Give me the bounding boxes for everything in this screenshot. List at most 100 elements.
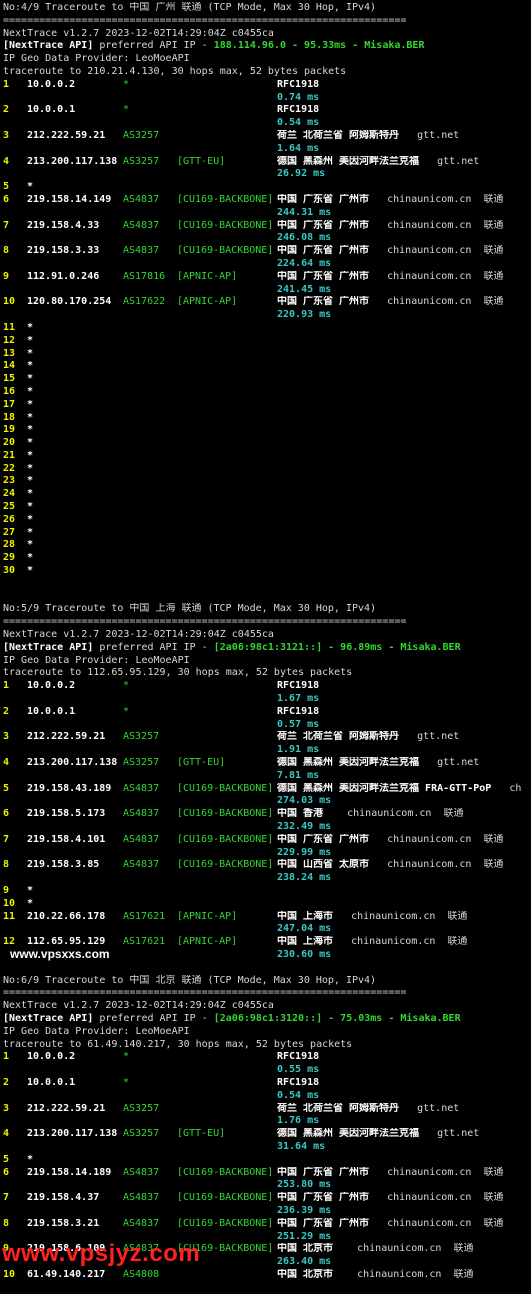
hop-rtt: 241.45 ms — [277, 283, 332, 295]
hop-timeout: * — [27, 449, 34, 461]
api-line: [NextTrace API] preferred API IP - 188.1… — [3, 40, 531, 53]
hop-geo: 荷兰 北荷兰省 阿姆斯特丹 — [277, 731, 400, 743]
hop-tag: [APNIC-AP] — [177, 270, 238, 282]
hop-ip: * — [27, 897, 34, 909]
hop-tag — [177, 130, 277, 143]
hop-rtt: 1.64 ms — [277, 142, 320, 154]
hop-number: 20 — [3, 437, 16, 449]
hop-rtt: 0.74 ms — [277, 91, 320, 103]
hop-rtt: 274.03 ms — [277, 795, 332, 807]
hop-tag: [CU169-BACKBONE] — [177, 245, 274, 257]
hop-ip: 219.158.14.149 — [27, 193, 112, 205]
api-ip: [2a06:98c1:3121::] — [213, 641, 323, 653]
hop-geo: RFC1918 — [277, 78, 320, 90]
hop-tag: [GTT-EU] — [177, 757, 226, 769]
hop-number: 2 — [3, 1076, 10, 1088]
hop-asn: AS4837 — [123, 1166, 160, 1178]
hop-asn: * — [123, 680, 130, 692]
geo-provider-line: IP Geo Data Provider: LeoMoeAPI — [3, 1025, 190, 1037]
hop-geo: 中国 山西省 太原市 — [277, 859, 370, 871]
hop-row: 8 219.158.3.21 AS4837 [CU169-BACKBONE] 中国 广东… — [3, 1218, 531, 1231]
hop-rtt — [3, 1282, 531, 1294]
hop-number: 6 — [3, 193, 10, 205]
hop-row: 5 219.158.43.189 AS4837 [CU169-BACKBONE] 德国 … — [3, 783, 531, 796]
hop-domain: gtt.net — [417, 1102, 460, 1114]
hop-asn — [123, 898, 177, 911]
hop-number: 13 — [3, 347, 16, 359]
hop-ip: * — [27, 884, 34, 896]
api-ip: 188.114.96.0 — [213, 40, 286, 52]
hop-geo: RFC1918 — [277, 680, 320, 692]
hop-number: 30 — [3, 565, 16, 577]
hop-asn: AS3257 — [123, 1128, 160, 1140]
hop-row: 9 * — [3, 885, 531, 898]
hop-ip: 219.158.4.37 — [27, 1192, 100, 1204]
hop-row: 4 213.200.117.138 AS3257 [GTT-EU] 德国 黑森州 美因河… — [3, 1128, 531, 1141]
hop-rtt: 1.91 ms — [277, 744, 320, 756]
hop-domain: gtt.net — [437, 155, 480, 167]
hop-number: 18 — [3, 411, 16, 423]
hop-timeout: * — [27, 539, 34, 551]
hop-rtt: 229.99 ms — [277, 846, 332, 858]
api-line: [NextTrace API] preferred API IP - [2a06… — [3, 642, 531, 655]
hop-asn: * — [123, 705, 130, 717]
hop-asn: * — [123, 1076, 130, 1088]
hop-asn — [123, 1154, 177, 1167]
hop-asn: AS17816 — [123, 270, 166, 282]
hop-domain: gtt.net — [437, 757, 480, 769]
hop-row: 11 210.22.66.178 AS17621 [APNIC-AP] 中国 上海市 c… — [3, 911, 531, 924]
version-line: NextTrace v1.2.7 2023-12-02T14:29:04Z c0… — [3, 27, 274, 39]
hop-geo: RFC1918 — [277, 1051, 320, 1063]
hop-number: 2 — [3, 104, 10, 116]
hop-ip: 210.22.66.178 — [27, 910, 106, 922]
hop-number: 3 — [3, 731, 10, 743]
hop-domain: gtt.net — [437, 1128, 480, 1140]
hop-number: 5 — [3, 1153, 10, 1165]
hop-asn: AS4837 — [123, 1217, 160, 1229]
hop-rtt: 232.49 ms — [277, 821, 332, 832]
hop-number: 15 — [3, 373, 16, 385]
hop-tag — [177, 706, 277, 719]
api-node: Misaka.BER — [400, 1012, 461, 1024]
hop-row: 10 120.80.170.254 AS17622 [APNIC-AP] 中国 广东省 … — [3, 296, 531, 309]
hop-asn: AS4837 — [123, 859, 160, 871]
version-line: NextTrace v1.2.7 2023-12-02T14:29:04Z c0… — [3, 629, 274, 641]
hop-ip: 219.158.14.189 — [27, 1166, 112, 1178]
hop-rtt: 244.31 ms — [277, 206, 332, 218]
hop-tag — [177, 1077, 277, 1090]
hop-ip: 10.0.0.2 — [27, 680, 76, 692]
hop-tag — [177, 79, 277, 92]
hop-timeout: * — [27, 321, 34, 333]
hop-rtt: 246.08 ms — [277, 232, 332, 244]
hop-geo: 德国 黑森州 美因河畔法兰克福 — [277, 155, 420, 167]
hop-ip: 10.0.0.1 — [27, 1076, 76, 1088]
hop-row: 7 219.158.4.101 AS4837 [CU169-BACKBONE] 中国 广… — [3, 834, 531, 847]
hop-geo: RFC1918 — [277, 705, 320, 717]
hop-number: 5 — [3, 181, 10, 193]
hop-geo: RFC1918 — [277, 1076, 320, 1088]
hop-asn: AS4837 — [123, 1192, 160, 1204]
hop-geo: 中国 广东省 广州市 — [277, 193, 370, 205]
hop-timeout: * — [27, 424, 34, 436]
hop-timeout: * — [27, 334, 34, 346]
api-prefix: [NextTrace API] — [3, 40, 94, 52]
hop-number: 25 — [3, 501, 16, 513]
hop-ip: 10.0.0.2 — [27, 78, 76, 90]
hop-geo: 德国 黑森州 美因河畔法兰克福 — [277, 757, 420, 769]
hop-geo: 荷兰 北荷兰省 阿姆斯特丹 — [277, 1102, 400, 1114]
hop-tag: [CU169-BACKBONE] — [177, 193, 274, 205]
hop-row: 8 219.158.3.85 AS4837 [CU169-BACKBONE] 中国 山西… — [3, 859, 531, 872]
hop-domain: chinaunicom.cn 联通 — [387, 219, 504, 231]
hop-rtt: 7.81 ms — [277, 769, 320, 781]
hop-number: 23 — [3, 475, 16, 487]
hop-row: 21 * — [3, 450, 531, 463]
